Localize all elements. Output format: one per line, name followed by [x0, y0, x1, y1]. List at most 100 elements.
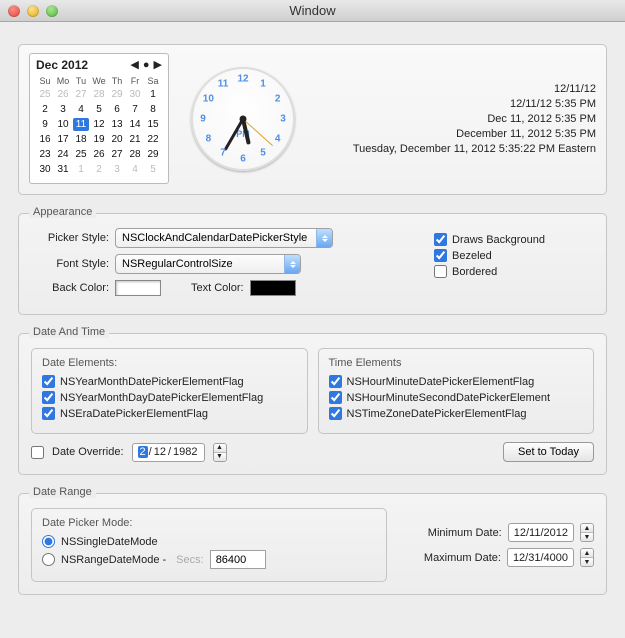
calendar[interactable]: Dec 2012 ◀ ● ▶ SuMoTuWeThFrSa 2526272829… — [29, 53, 169, 184]
draws-background-label[interactable]: Draws Background — [452, 234, 545, 246]
calendar-day[interactable]: 10 — [54, 117, 72, 132]
analog-clock[interactable]: PM 123456789101112 — [191, 67, 295, 171]
calendar-day[interactable]: 21 — [126, 132, 144, 147]
calendar-day[interactable]: 29 — [144, 147, 162, 162]
time-element-flag-checkbox[interactable] — [329, 391, 342, 404]
calendar-day[interactable]: 1 — [144, 87, 162, 102]
override-month[interactable]: 2 — [138, 446, 148, 458]
calendar-day[interactable]: 25 — [36, 87, 54, 102]
calendar-day[interactable]: 5 — [144, 162, 162, 177]
calendar-day[interactable]: 15 — [144, 117, 162, 132]
bordered-label[interactable]: Bordered — [452, 266, 497, 278]
date-element-flag-checkbox[interactable] — [42, 391, 55, 404]
calendar-day[interactable]: 30 — [126, 87, 144, 102]
time-element-flag-checkbox[interactable] — [329, 375, 342, 388]
minimum-date-field[interactable]: 12/11/2012 — [508, 523, 574, 542]
calendar-day[interactable]: 28 — [90, 87, 108, 102]
calendar-day[interactable]: 27 — [108, 147, 126, 162]
bezeled-label[interactable]: Bezeled — [452, 250, 492, 262]
calendar-day[interactable]: 30 — [36, 162, 54, 177]
date-override-field[interactable]: 2/ 12/ 1982 — [132, 443, 205, 462]
calendar-day[interactable]: 7 — [126, 102, 144, 117]
calendar-day[interactable]: 4 — [126, 162, 144, 177]
calendar-day[interactable]: 26 — [54, 87, 72, 102]
calendar-day[interactable]: 4 — [72, 102, 90, 117]
maximum-date-stepper[interactable]: ▲▼ — [580, 548, 594, 567]
calendar-day[interactable]: 19 — [90, 132, 108, 147]
clock-number: 9 — [195, 113, 211, 124]
calendar-day[interactable]: 27 — [72, 87, 90, 102]
calendar-day[interactable]: 23 — [36, 147, 54, 162]
calendar-today-icon[interactable]: ● — [143, 60, 150, 71]
calendar-day[interactable]: 13 — [108, 117, 126, 132]
calendar-prev-icon[interactable]: ◀ — [130, 60, 138, 71]
calendar-day[interactable]: 5 — [90, 102, 108, 117]
date-element-flag-label[interactable]: NSEraDatePickerElementFlag — [60, 408, 208, 420]
override-stepper[interactable]: ▲▼ — [213, 443, 227, 462]
calendar-grid[interactable]: SuMoTuWeThFrSa 2526272829301234567891011… — [36, 75, 162, 177]
date-element-flag-checkbox[interactable] — [42, 375, 55, 388]
range-mode-radio[interactable] — [42, 553, 55, 566]
back-color-well[interactable] — [115, 280, 161, 296]
clock-number: 12 — [235, 73, 251, 84]
date-override-label[interactable]: Date Override: — [52, 446, 124, 458]
picker-style-label: Picker Style: — [31, 232, 109, 244]
zoom-button[interactable] — [46, 5, 58, 17]
date-full: Tuesday, December 11, 2012 5:35:22 PM Ea… — [317, 143, 596, 155]
calendar-day[interactable]: 11 — [72, 117, 90, 132]
calendar-day[interactable]: 29 — [108, 87, 126, 102]
bezeled-checkbox[interactable] — [434, 249, 447, 262]
calendar-day[interactable]: 2 — [36, 102, 54, 117]
set-to-today-button[interactable]: Set to Today — [503, 442, 594, 462]
date-override-checkbox[interactable] — [31, 446, 44, 459]
calendar-day[interactable]: 16 — [36, 132, 54, 147]
calendar-day[interactable]: 17 — [54, 132, 72, 147]
override-day[interactable]: 12 — [153, 446, 167, 458]
calendar-day[interactable]: 2 — [90, 162, 108, 177]
range-mode-label[interactable]: NSRangeDateMode - — [61, 554, 166, 566]
font-style-popup[interactable] — [115, 254, 301, 274]
close-button[interactable] — [8, 5, 20, 17]
text-color-well[interactable] — [250, 280, 296, 296]
calendar-day[interactable]: 22 — [144, 132, 162, 147]
calendar-day[interactable]: 6 — [108, 102, 126, 117]
time-element-flag-label[interactable]: NSHourMinuteDatePickerElementFlag — [347, 376, 535, 388]
maximum-date-label: Maximum Date: — [401, 552, 501, 564]
minimize-button[interactable] — [27, 5, 39, 17]
calendar-weekday: Th — [108, 75, 126, 87]
minimum-date-stepper[interactable]: ▲▼ — [580, 523, 594, 542]
picker-style-popup[interactable] — [115, 228, 333, 248]
calendar-day[interactable]: 28 — [126, 147, 144, 162]
single-mode-label[interactable]: NSSingleDateMode — [61, 536, 158, 548]
calendar-day[interactable]: 9 — [36, 117, 54, 132]
override-year[interactable]: 1982 — [172, 446, 198, 458]
calendar-day[interactable]: 25 — [72, 147, 90, 162]
single-mode-radio[interactable] — [42, 535, 55, 548]
time-elements-group: Time Elements NSHourMinuteDatePickerElem… — [318, 348, 595, 434]
calendar-day[interactable]: 3 — [54, 102, 72, 117]
date-medium: Dec 11, 2012 5:35 PM — [317, 113, 596, 125]
calendar-day[interactable]: 31 — [54, 162, 72, 177]
time-element-flag-label[interactable]: NSTimeZoneDatePickerElementFlag — [347, 408, 527, 420]
bordered-checkbox[interactable] — [434, 265, 447, 278]
secs-field[interactable] — [210, 550, 266, 569]
calendar-day[interactable]: 20 — [108, 132, 126, 147]
calendar-day[interactable]: 3 — [108, 162, 126, 177]
calendar-day[interactable]: 12 — [90, 117, 108, 132]
calendar-day[interactable]: 14 — [126, 117, 144, 132]
date-element-flag-label[interactable]: NSYearMonthDatePickerElementFlag — [60, 376, 244, 388]
time-element-flag-label[interactable]: NSHourMinuteSecondDatePickerElement — [347, 392, 551, 404]
calendar-day[interactable]: 8 — [144, 102, 162, 117]
calendar-weekday: Su — [36, 75, 54, 87]
calendar-day[interactable]: 1 — [72, 162, 90, 177]
maximum-date-field[interactable]: 12/31/4000 — [507, 548, 574, 567]
calendar-next-icon[interactable]: ▶ — [154, 60, 162, 71]
time-element-flag-checkbox[interactable] — [329, 407, 342, 420]
draws-background-checkbox[interactable] — [434, 233, 447, 246]
calendar-day[interactable]: 26 — [90, 147, 108, 162]
date-element-flag-checkbox[interactable] — [42, 407, 55, 420]
calendar-day[interactable]: 24 — [54, 147, 72, 162]
calendar-day[interactable]: 18 — [72, 132, 90, 147]
date-element-flag-label[interactable]: NSYearMonthDayDatePickerElementFlag — [60, 392, 263, 404]
back-color-label: Back Color: — [31, 282, 109, 294]
